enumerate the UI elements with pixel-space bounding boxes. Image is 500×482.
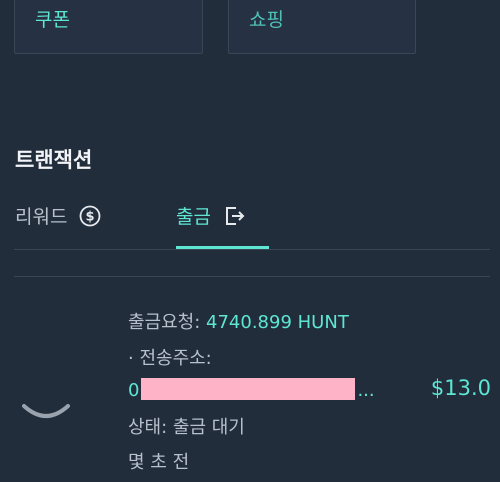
withdraw-amount: $13.0 [430, 376, 491, 400]
withdraw-request-value: 4740.899 HUNT [206, 312, 349, 333]
withdraw-request-row: 출금요청: 4740.899 HUNT [128, 308, 349, 334]
shopping-label: 쇼핑 [249, 9, 284, 31]
status-text: 상태: 출금 대기 [128, 417, 245, 438]
address-prefix: 0 [128, 380, 140, 401]
coupon-label: 쿠폰 [35, 9, 70, 31]
tab-withdraw[interactable]: 출금 [176, 202, 247, 229]
address-label: · 전송주소: [128, 348, 212, 369]
tab-withdraw-label: 출금 [176, 206, 211, 228]
loading-spinner-icon [22, 404, 70, 418]
coupon-card[interactable]: 쿠폰 [14, 0, 203, 54]
address-suffix: ... [357, 380, 375, 401]
tab-rewards-label: 리워드 [15, 206, 68, 228]
timestamp-text: 몇 초 전 [128, 452, 190, 473]
withdraw-request-label: 출금요청: [128, 312, 207, 333]
address-redaction [141, 378, 356, 400]
export-icon [225, 206, 245, 225]
svg-text:$: $ [86, 209, 95, 224]
dollar-circle-icon: $ [80, 205, 101, 226]
address-value[interactable]: 0... [128, 378, 375, 401]
list-divider [14, 276, 490, 277]
tab-divider [14, 249, 490, 250]
section-title: 트랜잭션 [15, 148, 93, 172]
tab-rewards[interactable]: 리워드 $ [15, 202, 101, 229]
shopping-card[interactable]: 쇼핑 [228, 0, 416, 54]
